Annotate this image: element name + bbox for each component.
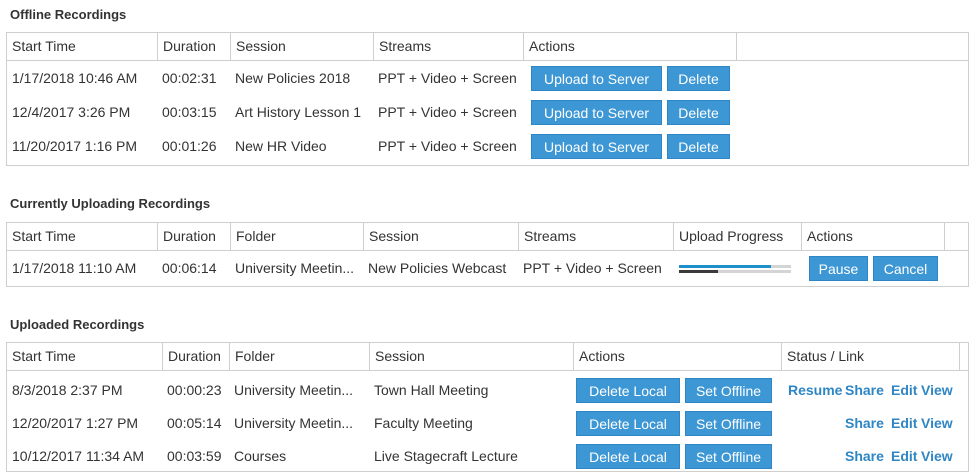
share-link[interactable]: Share	[845, 439, 884, 473]
folder-cell: University Meetin...	[234, 415, 354, 431]
streams-cell: PPT + Video + Screen	[523, 260, 662, 276]
uploaded-section-title: Uploaded Recordings	[10, 317, 145, 332]
upload-progress-bar	[679, 265, 791, 274]
session-cell: Live Stagecraft Lecture	[374, 448, 518, 464]
uploading-section-title: Currently Uploading Recordings	[10, 196, 211, 211]
column-header-folder[interactable]: Folder	[230, 223, 363, 250]
edit-link[interactable]: Edit	[891, 439, 917, 473]
resume-link[interactable]: Resume	[788, 373, 842, 407]
column-header-duration[interactable]: Duration	[162, 343, 229, 370]
session-cell: Faculty Meeting	[374, 415, 473, 431]
set-offline-button[interactable]: Set Offline	[685, 444, 772, 469]
column-header-start-time[interactable]: Start Time	[7, 223, 157, 250]
view-link[interactable]: View	[921, 373, 953, 407]
session-cell: New Policies 2018	[235, 70, 351, 86]
share-link[interactable]: Share	[845, 373, 884, 407]
pause-button[interactable]: Pause	[809, 256, 868, 281]
start-time-cell: 1/17/2018 11:10 AM	[12, 260, 137, 276]
table-row: 10/12/2017 11:34 AM 00:03:59 Courses Live S…	[7, 439, 968, 473]
share-link[interactable]: Share	[845, 406, 884, 440]
column-header-actions: Actions	[573, 343, 781, 370]
session-cell: New Policies Webcast	[368, 260, 507, 276]
delete-button[interactable]: Delete	[667, 134, 730, 159]
column-header-folder[interactable]: Folder	[229, 343, 369, 370]
upload-to-server-button[interactable]: Upload to Server	[531, 100, 662, 125]
set-offline-button[interactable]: Set Offline	[685, 411, 772, 436]
upload-to-server-button[interactable]: Upload to Server	[531, 134, 662, 159]
duration-cell: 00:00:23	[167, 382, 222, 398]
view-link[interactable]: View	[921, 439, 953, 473]
column-header-upload-progress: Upload Progress	[673, 223, 801, 250]
column-header-filler	[959, 343, 968, 370]
uploaded-recordings-table: Start Time Duration Folder Session Actio…	[6, 342, 969, 472]
column-header-start-time[interactable]: Start Time	[7, 33, 157, 60]
start-time-cell: 1/17/2018 10:46 AM	[12, 70, 138, 86]
table-row: 12/20/2017 1:27 PM 00:05:14 University Mee…	[7, 406, 968, 440]
folder-cell: University Meetin...	[234, 382, 354, 398]
column-header-streams[interactable]: Streams	[373, 33, 523, 60]
column-header-session[interactable]: Session	[369, 343, 573, 370]
column-header-duration[interactable]: Duration	[157, 33, 230, 60]
delete-button[interactable]: Delete	[667, 66, 730, 91]
duration-cell: 00:03:15	[162, 104, 217, 120]
table-row: 11/20/2017 1:16 PM 00:01:26 New HR Video PP…	[7, 129, 968, 163]
column-header-filler	[736, 33, 968, 60]
start-time-cell: 8/3/2018 2:37 PM	[12, 382, 123, 398]
delete-button[interactable]: Delete	[667, 100, 730, 125]
session-cell: Art History Lesson 1	[235, 104, 362, 120]
session-cell: New HR Video	[235, 138, 327, 154]
table-header: Start Time Duration Folder Session Strea…	[7, 223, 968, 251]
start-time-cell: 11/20/2017 1:16 PM	[12, 138, 138, 154]
column-header-actions: Actions	[523, 33, 736, 60]
edit-link[interactable]: Edit	[891, 373, 917, 407]
offline-recordings-table: Start Time Duration Session Streams Acti…	[6, 32, 969, 166]
edit-link[interactable]: Edit	[891, 406, 917, 440]
start-time-cell: 12/4/2017 3:26 PM	[12, 104, 131, 120]
uploading-recordings-table: Start Time Duration Folder Session Strea…	[6, 222, 969, 287]
duration-cell: 00:06:14	[162, 260, 217, 276]
column-header-filler	[944, 223, 968, 250]
table-row: 8/3/2018 2:37 PM 00:00:23 University Meeti…	[7, 373, 968, 407]
start-time-cell: 12/20/2017 1:27 PM	[12, 415, 139, 431]
delete-local-button[interactable]: Delete Local	[576, 444, 680, 469]
offline-section-title: Offline Recordings	[10, 7, 127, 22]
table-header: Start Time Duration Session Streams Acti…	[7, 33, 968, 61]
progress-fill-secondary	[679, 270, 718, 273]
view-link[interactable]: View	[921, 406, 953, 440]
column-header-streams[interactable]: Streams	[518, 223, 673, 250]
duration-cell: 00:03:59	[167, 448, 222, 464]
streams-cell: PPT + Video + Screen	[378, 70, 517, 86]
folder-cell: Courses	[234, 448, 287, 464]
set-offline-button[interactable]: Set Offline	[685, 378, 772, 403]
delete-local-button[interactable]: Delete Local	[576, 411, 680, 436]
duration-cell: 00:05:14	[167, 415, 222, 431]
table-row: 12/4/2017 3:26 PM 00:03:15 Art History Les…	[7, 95, 968, 129]
delete-local-button[interactable]: Delete Local	[576, 378, 680, 403]
column-header-session[interactable]: Session	[363, 223, 518, 250]
streams-cell: PPT + Video + Screen	[378, 104, 517, 120]
folder-cell: University Meetin...	[235, 260, 355, 276]
upload-to-server-button[interactable]: Upload to Server	[531, 66, 662, 91]
session-cell: Town Hall Meeting	[374, 382, 489, 398]
streams-cell: PPT + Video + Screen	[378, 138, 517, 154]
column-header-actions: Actions	[801, 223, 944, 250]
cancel-button[interactable]: Cancel	[873, 256, 938, 281]
column-header-status-link: Status / Link	[781, 343, 959, 370]
column-header-duration[interactable]: Duration	[157, 223, 230, 250]
table-row: 1/17/2018 10:46 AM 00:02:31 New Policies 2…	[7, 61, 968, 95]
duration-cell: 00:02:31	[162, 70, 217, 86]
start-time-cell: 10/12/2017 11:34 AM	[12, 448, 145, 464]
progress-fill-primary	[679, 265, 771, 268]
column-header-session[interactable]: Session	[230, 33, 373, 60]
duration-cell: 00:01:26	[162, 138, 217, 154]
table-row: 1/17/2018 11:10 AM 00:06:14 University Mee…	[7, 251, 968, 285]
column-header-start-time[interactable]: Start Time	[7, 343, 162, 370]
table-header: Start Time Duration Folder Session Actio…	[7, 343, 968, 371]
